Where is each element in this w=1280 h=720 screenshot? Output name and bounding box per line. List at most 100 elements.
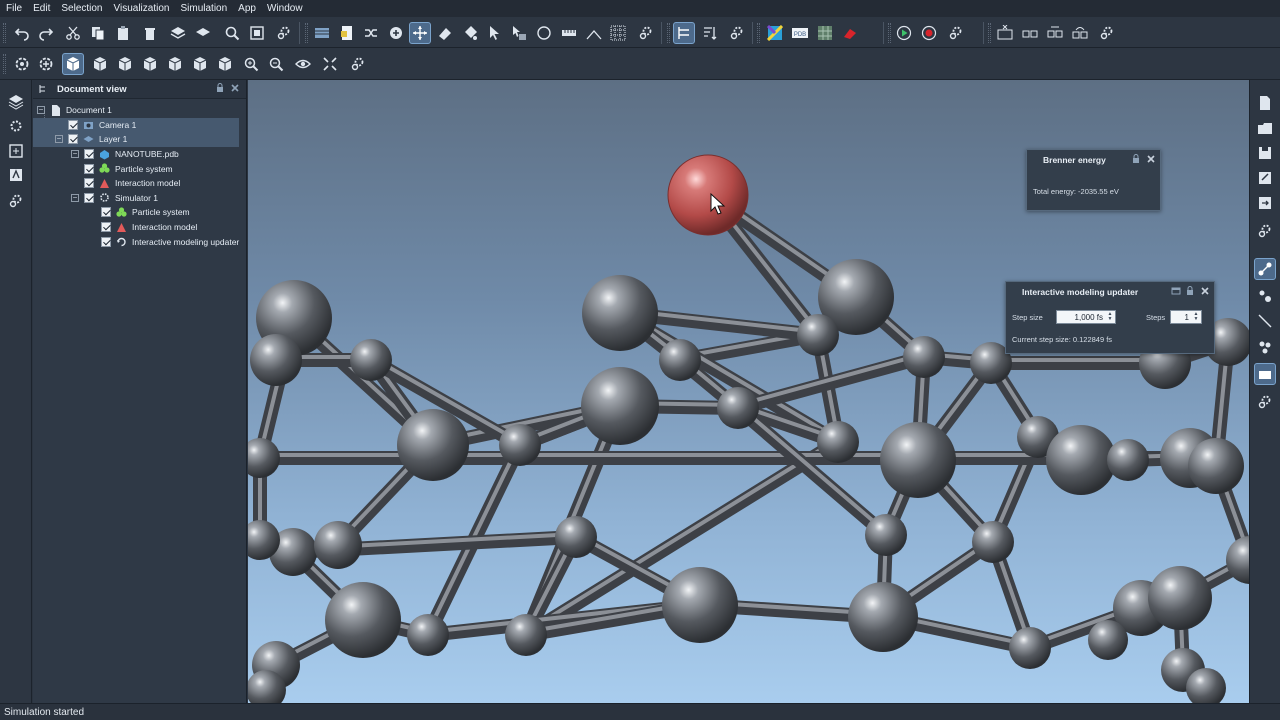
line-tool-button[interactable] [1254,310,1276,332]
tree-expander-icon[interactable]: − [55,135,63,144]
tree-item[interactable]: Camera 1 [33,117,239,133]
carbon-atom[interactable] [1148,566,1212,630]
new-document-button[interactable] [1254,92,1276,114]
zoom-button[interactable] [221,22,243,44]
carbon-atom[interactable] [972,521,1014,563]
view-front-button[interactable] [89,53,111,75]
toolbar-grip[interactable] [667,23,670,43]
cut-button[interactable] [62,22,84,44]
tree-item[interactable]: Particle system [71,161,173,176]
tree-item[interactable]: Interaction model [71,176,180,191]
select-button[interactable] [484,22,506,44]
add-atom-button[interactable] [385,22,407,44]
hierarchy-button[interactable] [673,22,695,44]
toolbar-grip[interactable] [988,23,991,43]
visibility-checkbox[interactable] [101,222,111,233]
close-window-button[interactable] [994,22,1016,44]
export-button[interactable] [1254,192,1276,214]
mesh-button[interactable] [607,22,629,44]
open-button[interactable] [1254,117,1276,139]
paint-button[interactable] [459,22,481,44]
tile-button[interactable] [1044,22,1066,44]
sort-button[interactable] [699,22,721,44]
copy-button[interactable] [87,22,109,44]
save-button[interactable] [1254,142,1276,164]
eraser-button[interactable] [434,22,456,44]
split-button[interactable] [1019,22,1041,44]
window-settings-button[interactable] [1096,22,1118,44]
toolbar-grip[interactable] [888,23,891,43]
carbon-atom[interactable] [865,514,907,556]
select-box-button[interactable] [508,22,530,44]
spin-down-icon[interactable]: ▼ [1194,317,1199,322]
undo-button[interactable] [11,22,33,44]
carbon-atom[interactable] [325,582,401,658]
carbon-atom[interactable] [248,438,280,478]
fit-view-button[interactable] [246,22,268,44]
sheet-button[interactable] [336,22,358,44]
grid-button[interactable] [311,22,333,44]
visibility-checkbox[interactable] [84,178,94,189]
window-tool-button[interactable] [1254,363,1276,385]
ruler-button[interactable] [558,22,580,44]
lock-icon[interactable] [215,83,225,93]
carbon-atom[interactable] [555,516,597,558]
toolbar-grip[interactable] [3,54,6,74]
carbon-atom[interactable] [1009,627,1051,669]
tree-expander-icon[interactable]: − [37,106,45,115]
paste-button[interactable] [112,22,134,44]
visibility-checkbox[interactable] [101,236,111,247]
tools-settings-button[interactable] [1254,391,1276,413]
menu-simulation[interactable]: Simulation [180,3,227,14]
view-back-button[interactable] [114,53,136,75]
cluster-tool-button[interactable] [1254,336,1276,358]
toolbar-grip[interactable] [305,23,308,43]
tree-item[interactable]: − Layer 1 [33,132,239,147]
tree-item[interactable]: − NANOTUBE.pdb [71,147,179,162]
steps-spinbox[interactable]: 1 ▲ ▼ [1170,310,1202,324]
tree-expander-icon[interactable]: − [71,193,79,202]
toolbar-grip[interactable] [757,23,760,43]
save-as-button[interactable] [1254,167,1276,189]
rotate-camera-button[interactable] [11,53,33,75]
lock-icon[interactable] [1131,154,1141,164]
inspector-dock-button[interactable] [5,140,27,162]
carbon-atom[interactable] [1107,439,1149,481]
settings-dock-button[interactable] [5,115,27,137]
carbon-atom[interactable] [1046,425,1116,495]
toolbar-grip[interactable] [3,23,6,43]
layer-button[interactable] [167,22,189,44]
dock-icon[interactable] [1171,286,1181,296]
atom-tool-button[interactable] [1254,285,1276,307]
add-item-dock-button[interactable] [5,164,27,186]
zoom-in-button[interactable] [240,53,262,75]
menu-edit[interactable]: Edit [33,3,50,14]
visibility-checkbox[interactable] [84,163,94,174]
tree-item[interactable]: − Simulator 1 [71,191,158,206]
carbon-atom[interactable] [314,521,362,569]
view-right-button[interactable] [164,53,186,75]
camera-settings-button[interactable] [347,53,369,75]
carbon-atom[interactable] [817,421,859,463]
carbon-atom[interactable] [505,614,547,656]
visibility-checkbox[interactable] [68,134,78,145]
carbon-atom[interactable] [582,275,658,351]
fit-all-button[interactable] [319,53,341,75]
layers-dock-button[interactable] [5,91,27,113]
carbon-atom[interactable] [848,582,918,652]
view-cube-button[interactable] [62,53,84,75]
play-button[interactable] [893,22,915,44]
render-button[interactable] [839,22,861,44]
file-settings-button[interactable] [1254,220,1276,242]
color-button[interactable] [764,22,786,44]
carbon-atom[interactable] [1088,620,1128,660]
lock-icon[interactable] [1185,286,1195,296]
step-size-spinbox[interactable]: 1,000 fs ▲ ▼ [1056,310,1116,324]
zoom-out-button[interactable] [265,53,287,75]
move-button[interactable] [409,22,431,44]
view-top-button[interactable] [189,53,211,75]
dock-settings-button[interactable] [5,190,27,212]
tree-item[interactable]: Interactive modeling updater [88,234,239,249]
spin-arrows[interactable]: ▲ ▼ [1192,312,1200,322]
texture-button[interactable] [814,22,836,44]
